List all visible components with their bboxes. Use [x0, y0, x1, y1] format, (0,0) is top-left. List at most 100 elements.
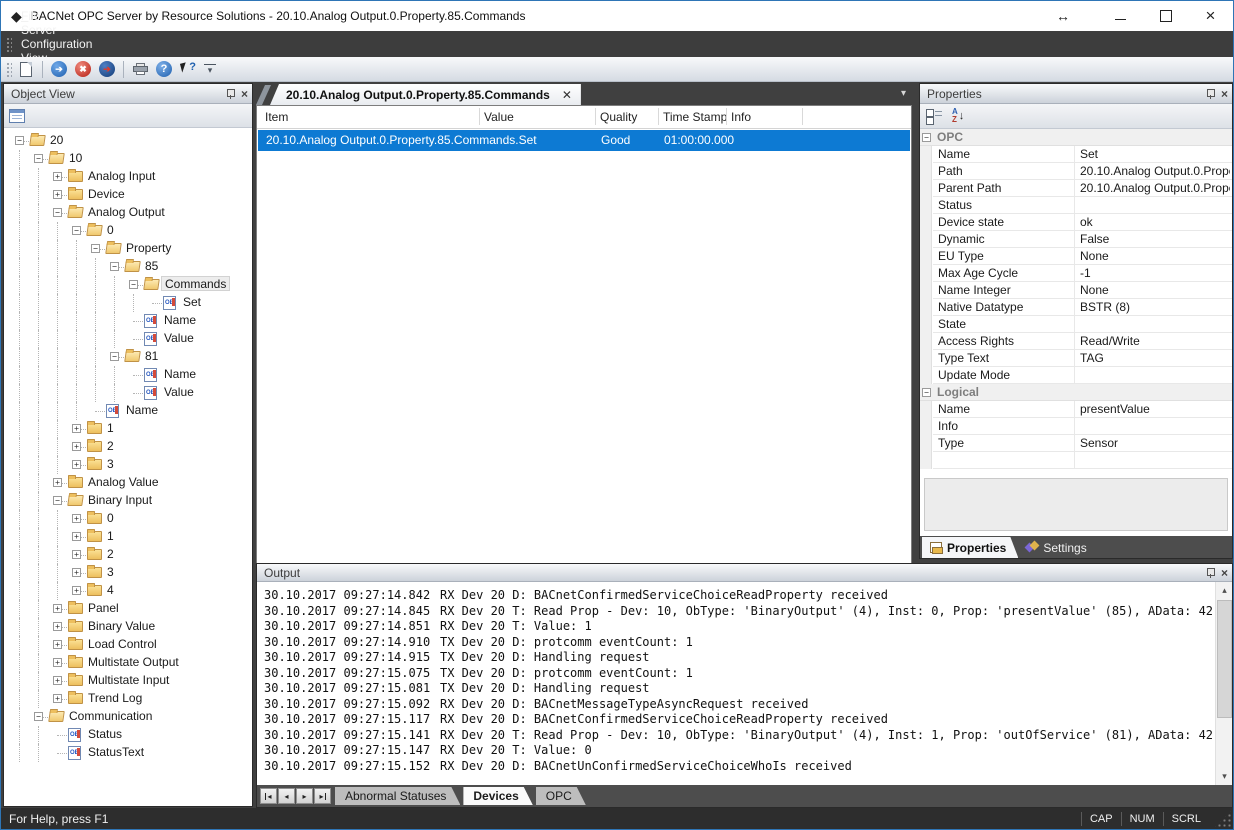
tab-properties[interactable]: Properties	[922, 537, 1018, 558]
expand-toggle-icon[interactable]: +	[72, 568, 81, 577]
property-value[interactable]: ok	[1080, 214, 1093, 231]
toolbar-grip[interactable]	[5, 61, 12, 77]
help-button[interactable]: ?	[155, 60, 173, 78]
tree-item-2[interactable]: +2	[4, 438, 252, 456]
tree-item-name[interactable]: OBName	[4, 312, 252, 330]
tree-item-2[interactable]: +2	[4, 546, 252, 564]
close-icon[interactable]	[241, 88, 248, 100]
view-list-icon[interactable]	[9, 109, 25, 123]
property-value[interactable]: Set	[1080, 146, 1098, 163]
tree-item-1[interactable]: +1	[4, 528, 252, 546]
expand-toggle-icon[interactable]: +	[53, 172, 62, 181]
scroll-up-icon[interactable]: ▴	[1216, 582, 1232, 599]
scroll-down-icon[interactable]: ▾	[1216, 768, 1232, 785]
expand-toggle-icon[interactable]: +	[72, 550, 81, 559]
minimize-button[interactable]	[1098, 1, 1143, 31]
column-header-info[interactable]: Info	[731, 110, 751, 124]
collapse-toggle-icon[interactable]: −	[34, 712, 43, 721]
collapse-toggle-icon[interactable]: −	[34, 154, 43, 163]
expand-toggle-icon[interactable]: +	[53, 658, 62, 667]
expand-toggle-icon[interactable]: +	[72, 586, 81, 595]
collapse-toggle-icon[interactable]: −	[922, 388, 931, 397]
property-value[interactable]: None	[1080, 282, 1109, 299]
menu-item-server[interactable]: Server	[12, 23, 101, 37]
last-tab-button[interactable]: ▸	[314, 788, 331, 804]
property-value[interactable]: presentValue	[1080, 401, 1150, 418]
tree-item-commands[interactable]: −Commands	[4, 276, 252, 294]
tree-item-name[interactable]: OBName	[4, 366, 252, 384]
tree-item-device[interactable]: +Device	[4, 186, 252, 204]
tree-item-panel[interactable]: +Panel	[4, 600, 252, 618]
menubar-grip[interactable]	[5, 36, 12, 52]
grid-row[interactable]: 20.10.Analog Output.0.Property.85.Comman…	[258, 130, 910, 151]
tree-item-statustext[interactable]: OBStatusText	[4, 744, 252, 762]
column-header-quality[interactable]: Quality	[600, 110, 637, 124]
property-value[interactable]: 20.10.Analog Output.0.Prope...	[1080, 163, 1230, 180]
document-tab[interactable]: 20.10.Analog Output.0.Property.85.Comman…	[270, 84, 581, 105]
close-icon[interactable]	[1221, 88, 1228, 100]
restart-button[interactable]: ➔	[98, 60, 116, 78]
tree-item-name[interactable]: OBName	[4, 402, 252, 420]
tree-item-analog-output[interactable]: −Analog Output	[4, 204, 252, 222]
expand-toggle-icon[interactable]: +	[53, 640, 62, 649]
expand-toggle-icon[interactable]: +	[72, 460, 81, 469]
close-button[interactable]	[1188, 1, 1233, 31]
tree-item-20[interactable]: −20	[4, 132, 252, 150]
property-value[interactable]: False	[1080, 231, 1109, 248]
sort-alphabetical-icon[interactable]: AZ↓	[952, 108, 964, 124]
expand-toggle-icon[interactable]: +	[72, 532, 81, 541]
column-header-value[interactable]: Value	[484, 110, 514, 124]
print-button[interactable]	[131, 60, 149, 78]
tree-item-load-control[interactable]: +Load Control	[4, 636, 252, 654]
tree-item-property[interactable]: −Property	[4, 240, 252, 258]
close-icon[interactable]	[1221, 567, 1228, 579]
column-header-time-stamp[interactable]: Time Stamp	[663, 110, 727, 124]
property-value[interactable]: 20.10.Analog Output.0.Prope...	[1080, 180, 1230, 197]
previous-tab-button[interactable]: ◂	[278, 788, 295, 804]
tree-item-status[interactable]: OBStatus	[4, 726, 252, 744]
property-value[interactable]: Sensor	[1080, 435, 1118, 452]
resize-grip[interactable]	[1215, 811, 1231, 827]
tree-item-4[interactable]: +4	[4, 582, 252, 600]
tree-item-analog-value[interactable]: +Analog Value	[4, 474, 252, 492]
collapse-toggle-icon[interactable]: −	[53, 496, 62, 505]
expand-toggle-icon[interactable]: +	[53, 190, 62, 199]
toolbar-overflow-button[interactable]	[204, 64, 216, 74]
first-tab-button[interactable]: ◂	[260, 788, 277, 804]
column-header-item[interactable]: Item	[265, 110, 288, 124]
expand-toggle-icon[interactable]: +	[72, 442, 81, 451]
tab-opc[interactable]: OPC	[536, 787, 586, 805]
tree-item-0[interactable]: −0	[4, 222, 252, 240]
collapse-toggle-icon[interactable]: −	[922, 133, 931, 142]
expand-toggle-icon[interactable]: +	[53, 604, 62, 613]
property-value[interactable]: BSTR (8)	[1080, 299, 1130, 316]
tree-item-81[interactable]: −81	[4, 348, 252, 366]
resize-arrows-icon[interactable]	[1028, 1, 1098, 31]
collapse-toggle-icon[interactable]: −	[110, 262, 119, 271]
tree-item-value[interactable]: OBValue	[4, 330, 252, 348]
expand-toggle-icon[interactable]: +	[53, 676, 62, 685]
tree-item-trend-log[interactable]: +Trend Log	[4, 690, 252, 708]
expand-toggle-icon[interactable]: +	[72, 514, 81, 523]
tree-item-10[interactable]: −10	[4, 150, 252, 168]
stop-button[interactable]: ✖	[74, 60, 92, 78]
pin-icon[interactable]	[1206, 88, 1215, 100]
tree-item-binary-input[interactable]: −Binary Input	[4, 492, 252, 510]
property-value[interactable]: TAG	[1080, 350, 1104, 367]
tree-item-85[interactable]: −85	[4, 258, 252, 276]
tree-item-3[interactable]: +3	[4, 564, 252, 582]
property-category-opc[interactable]: −OPC	[920, 129, 1232, 146]
context-help-button[interactable]: ?	[179, 60, 197, 78]
collapse-toggle-icon[interactable]: −	[110, 352, 119, 361]
tree-item-multistate-input[interactable]: +Multistate Input	[4, 672, 252, 690]
tree-item-3[interactable]: +3	[4, 456, 252, 474]
menu-item-configuration[interactable]: Configuration	[12, 37, 101, 51]
menu-item-file[interactable]: File	[12, 9, 101, 23]
tab-devices[interactable]: Devices	[463, 787, 532, 805]
maximize-button[interactable]	[1143, 1, 1188, 31]
tab-abnormal-statuses[interactable]: Abnormal Statuses	[335, 787, 460, 805]
tree-item-value[interactable]: OBValue	[4, 384, 252, 402]
tree-item-multistate-output[interactable]: +Multistate Output	[4, 654, 252, 672]
pin-icon[interactable]	[1206, 567, 1215, 579]
new-file-button[interactable]	[17, 60, 35, 78]
